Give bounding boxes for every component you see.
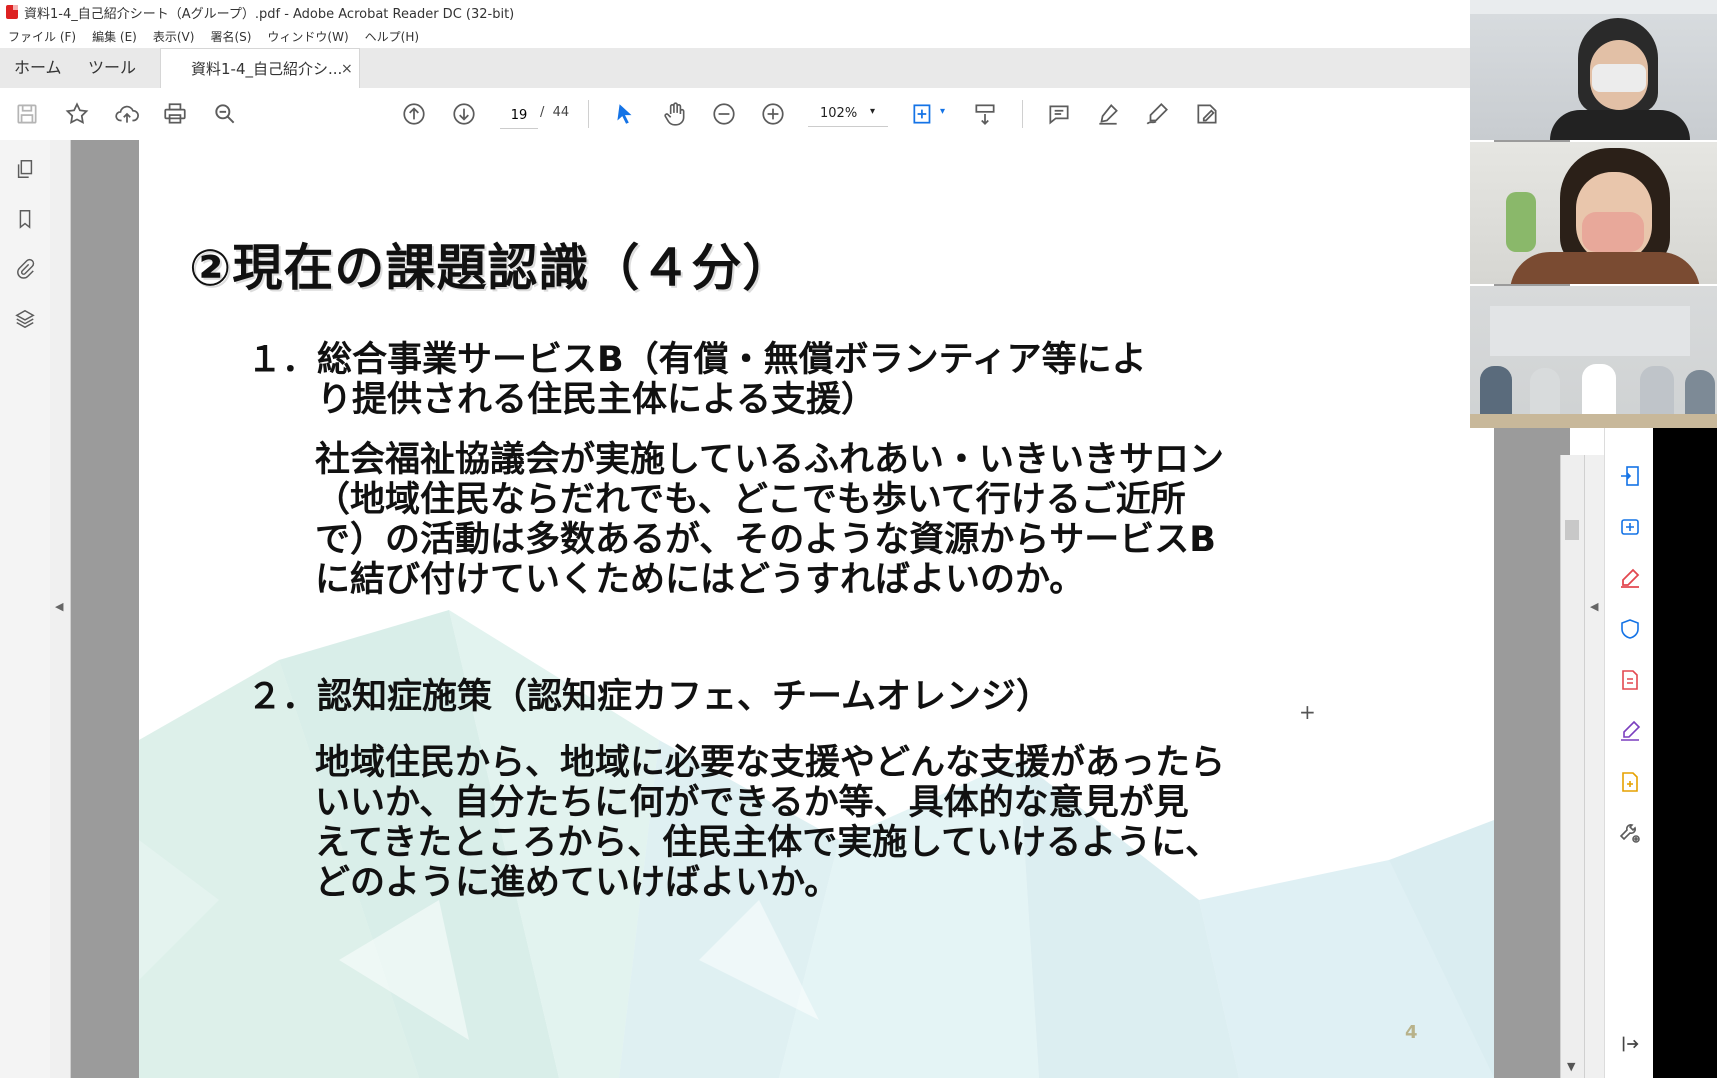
participant-seat [1685, 370, 1715, 420]
participant-body [1510, 252, 1700, 284]
right-panel-collapse[interactable]: ◀ [1584, 455, 1605, 1078]
left-navigation-rail [0, 140, 51, 1078]
slide-title: ②現在の課題認識（４分） [189, 239, 794, 297]
video-tile-participant-2[interactable] [1470, 142, 1717, 284]
item-2-body: 地域住民から、地域に必要な支援やどんな支援があったら いいか、自分たちに何ができ… [315, 743, 1226, 903]
protect-icon[interactable] [1616, 615, 1644, 643]
menu-file[interactable]: ファイル (F) [0, 28, 84, 45]
attachment-icon[interactable] [10, 254, 40, 284]
next-page-icon[interactable] [447, 97, 481, 131]
video-tile-participant-1[interactable] [1470, 0, 1717, 140]
page-number-input[interactable] [500, 102, 538, 129]
tab-home[interactable]: ホーム [14, 48, 62, 88]
fit-page-icon[interactable] [906, 97, 940, 131]
zoom-in-icon[interactable] [756, 97, 790, 131]
layers-icon[interactable] [10, 304, 40, 334]
menu-window[interactable]: ウィンドウ(W) [259, 28, 356, 45]
participant-mask [1582, 212, 1644, 252]
crosshair-cursor-icon: + [1299, 700, 1316, 724]
more-tools-icon[interactable] [1616, 819, 1644, 847]
create-pdf-icon[interactable] [1616, 513, 1644, 541]
tab-tools[interactable]: ツール [88, 48, 136, 88]
menu-edit[interactable]: 編集 (E) [84, 28, 145, 45]
tab-bar: ホーム ツール 資料1-4_自己紹介シ... × [0, 48, 1470, 89]
title-bar: 資料1-4_自己紹介シート（Aグループ）.pdf - Adobe Acrobat… [0, 0, 1470, 24]
edit-text-icon[interactable] [1190, 97, 1224, 131]
select-cursor-icon[interactable] [608, 97, 642, 131]
toolbar-divider [1022, 100, 1023, 128]
video-tile-participant-group[interactable] [1470, 286, 1717, 428]
chevron-down-icon: ▾ [870, 106, 876, 117]
item-1-body: 社会福祉協議会が実施しているふれあい・いきいきサロン （地域住民ならだれでも、ど… [315, 440, 1224, 600]
toolbar-divider [588, 100, 589, 128]
tab-document-label: 資料1-4_自己紹介シ... [191, 60, 343, 78]
tab-document[interactable]: 資料1-4_自己紹介シ... × [160, 48, 360, 89]
export-pdf-icon[interactable] [1616, 462, 1644, 490]
pdf-file-icon [6, 5, 18, 19]
star-icon[interactable] [60, 97, 94, 131]
upload-cloud-icon[interactable] [110, 97, 144, 131]
background-plant [1506, 192, 1536, 252]
participant-body [1550, 110, 1690, 140]
slide-page-number: 4 [1405, 1022, 1418, 1043]
bookmark-icon[interactable] [10, 204, 40, 234]
search-icon[interactable] [208, 97, 242, 131]
conference-table [1470, 414, 1717, 428]
fit-options-chevron-icon[interactable]: ▾ [940, 106, 945, 117]
participant-seat [1480, 366, 1512, 416]
participant-seat [1640, 366, 1674, 420]
expand-panel-icon[interactable] [1616, 1030, 1644, 1058]
menu-help[interactable]: ヘルプ(H) [357, 28, 427, 45]
pdf-page: ②現在の課題認識（４分） １．総合事業サービスB（有償・無償ボランティア等によ … [139, 140, 1494, 1078]
room-wall [1490, 306, 1690, 356]
close-tab-icon[interactable]: × [341, 49, 353, 89]
participant-seat [1530, 368, 1560, 420]
item-1-heading: １．総合事業サービスB（有償・無償ボランティア等によ り提供される住民主体による… [247, 340, 1147, 420]
zoom-out-icon[interactable] [707, 97, 741, 131]
video-panel-background [1653, 420, 1717, 1078]
sign-pen-icon[interactable] [1140, 97, 1174, 131]
save-icon[interactable] [10, 97, 44, 131]
highlight-pen-icon[interactable] [1091, 97, 1125, 131]
zoom-value: 102% [820, 106, 858, 121]
ceiling-lights [1470, 0, 1717, 14]
item-2-heading: ２．認知症施策（認知症カフェ、チームオレンジ） [247, 677, 1051, 717]
chevron-left-icon: ◀ [1590, 600, 1599, 613]
participant-seat [1582, 364, 1616, 420]
toolbar: / 44 102% ▾ ▾ [0, 88, 1470, 141]
menu-sign[interactable]: 署名(S) [202, 28, 259, 45]
scrollbar-thumb[interactable] [1565, 520, 1579, 540]
right-tools-rail [1604, 420, 1654, 1078]
edit-pdf-icon[interactable] [1616, 564, 1644, 592]
fill-sign-icon[interactable] [1616, 717, 1644, 745]
page-count: / 44 [540, 105, 570, 120]
vertical-scrollbar[interactable]: ▼ [1560, 455, 1585, 1078]
print-icon[interactable] [158, 97, 192, 131]
scroll-mode-icon[interactable] [968, 97, 1002, 131]
left-panel-collapse[interactable]: ◀ [50, 140, 71, 1078]
menu-bar: ファイル (F) 編集 (E) 表示(V) 署名(S) ウィンドウ(W) ヘルプ… [0, 24, 1470, 48]
window-title: 資料1-4_自己紹介シート（Aグループ）.pdf - Adobe Acrobat… [24, 6, 515, 22]
scroll-down-icon[interactable]: ▼ [1567, 1060, 1575, 1073]
participant-mask [1592, 64, 1646, 92]
compress-pdf-icon[interactable] [1616, 666, 1644, 694]
chevron-left-icon: ◀ [55, 600, 64, 613]
zoom-dropdown[interactable]: 102% ▾ [808, 102, 888, 127]
send-review-icon[interactable] [1616, 768, 1644, 796]
pages-icon[interactable] [10, 154, 40, 184]
hand-tool-icon[interactable] [658, 97, 692, 131]
menu-view[interactable]: 表示(V) [145, 28, 203, 45]
comment-icon[interactable] [1042, 97, 1076, 131]
previous-page-icon[interactable] [397, 97, 431, 131]
